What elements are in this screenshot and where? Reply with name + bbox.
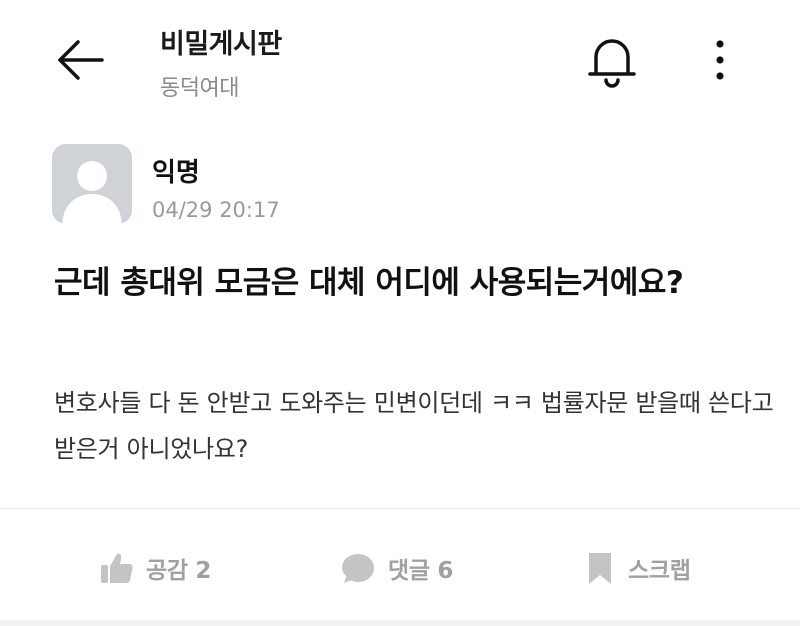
post-body: 변호사들 다 돈 안받고 도와주는 민변이던데 ㅋㅋ 법률자문 받을때 쓴다고 … [54, 389, 774, 463]
bookmark-icon [589, 553, 611, 584]
bell-icon [588, 39, 636, 88]
bottom-separator [0, 620, 800, 626]
school-name: 동덕여대 [160, 76, 239, 101]
comment-button[interactable]: 댓글 6 [340, 540, 453, 596]
speech-bubble-icon [342, 554, 374, 583]
top-bar: 비밀게시판 동덕여대 [0, 0, 800, 120]
post-timestamp: 04/29 20:17 [152, 198, 280, 222]
like-count-label: 공감 2 [146, 558, 212, 584]
thumbs-up-icon [101, 553, 133, 583]
comment-count-label: 댓글 6 [388, 558, 454, 584]
avatar [52, 144, 132, 224]
more-vertical-icon [716, 40, 724, 80]
notification-button[interactable] [584, 30, 640, 88]
back-button[interactable] [52, 36, 108, 84]
divider [0, 508, 800, 509]
arrow-left-icon [58, 40, 104, 80]
default-avatar-icon [52, 144, 132, 224]
board-title: 비밀게시판 [160, 29, 282, 60]
post-title: 근데 총대위 모금은 대체 어디에 사용되는거에요? [54, 265, 684, 301]
like-button[interactable]: 공감 2 [98, 540, 211, 596]
scrap-button[interactable]: 스크랩 [584, 540, 691, 596]
more-options-button[interactable] [700, 36, 740, 84]
author-name: 익명 [152, 158, 200, 188]
scrap-label: 스크랩 [628, 558, 691, 584]
